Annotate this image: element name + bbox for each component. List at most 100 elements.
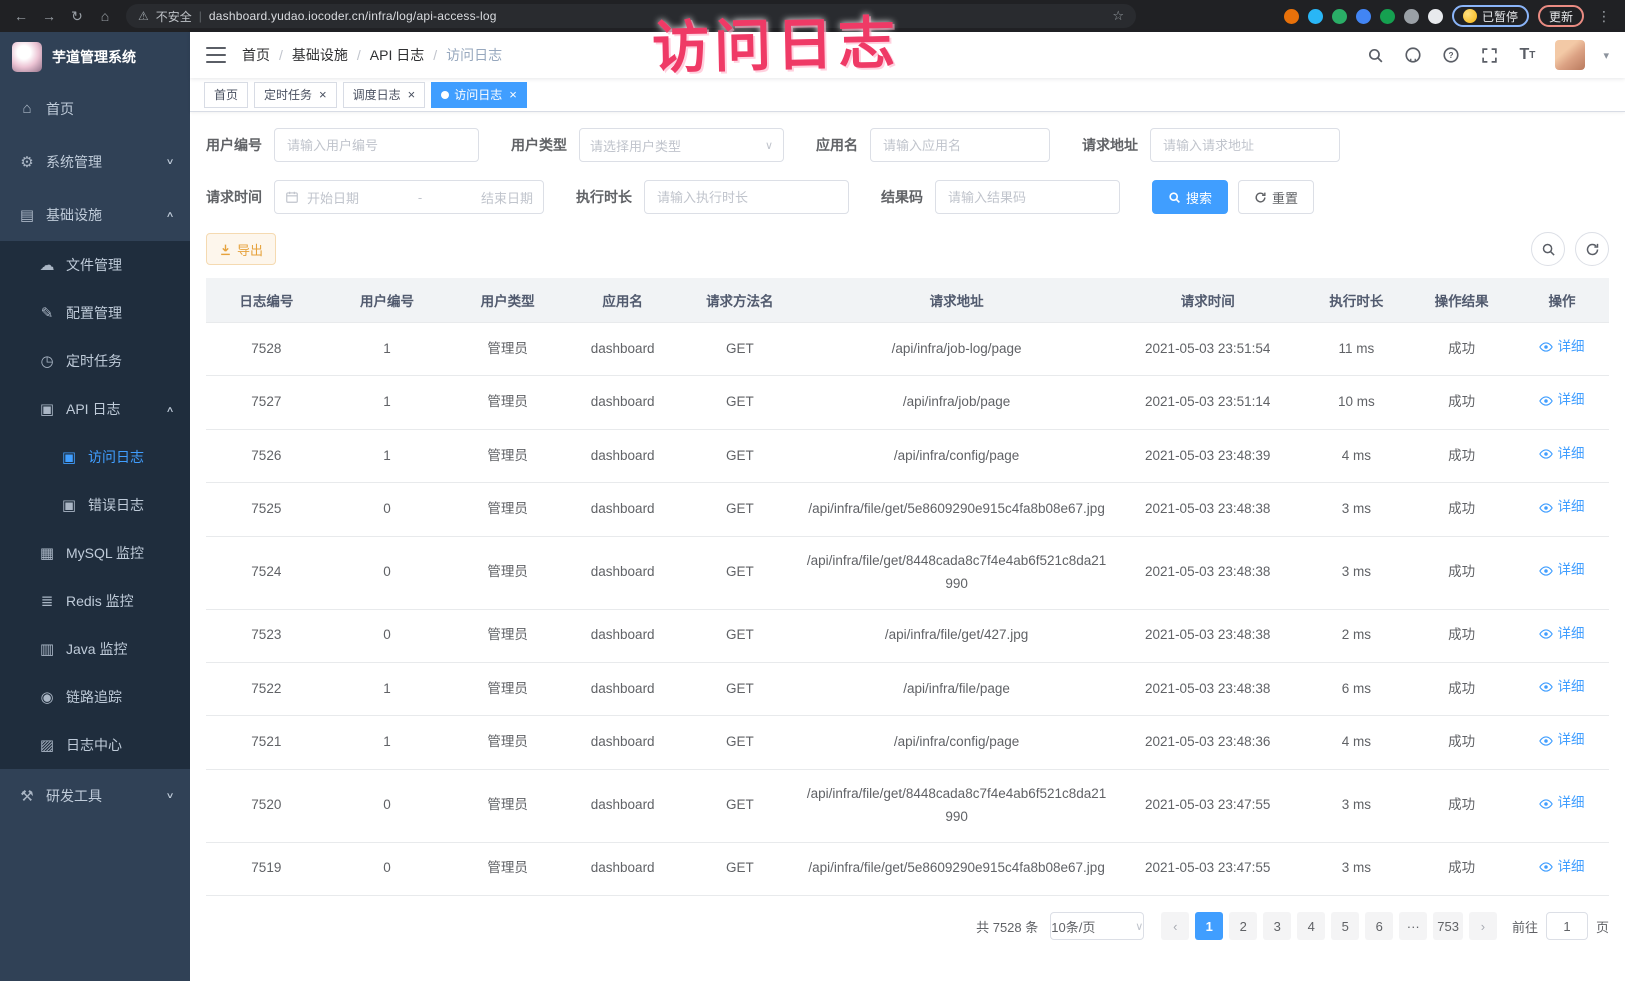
user-type-select[interactable]: 请选择用户类型 ∨ bbox=[579, 128, 784, 162]
page-button[interactable]: 2 bbox=[1229, 912, 1257, 940]
cell-app-name: dashboard bbox=[568, 609, 677, 662]
view-tab[interactable]: 调度日志× bbox=[343, 82, 426, 108]
tab-close-icon[interactable]: × bbox=[319, 88, 327, 101]
java-icon: ▥ bbox=[36, 640, 58, 658]
extension-7-icon[interactable] bbox=[1428, 9, 1443, 24]
detail-link[interactable]: 详细 bbox=[1539, 729, 1584, 752]
sidebar-item[interactable]: ≣Redis 监控 bbox=[0, 577, 190, 625]
goto-page-input[interactable] bbox=[1546, 912, 1588, 940]
cell-result: 成功 bbox=[1408, 323, 1515, 376]
extension-1-icon[interactable] bbox=[1284, 9, 1299, 24]
sidebar-item[interactable]: ▨日志中心 bbox=[0, 721, 190, 769]
chevron-up-icon: ∧ bbox=[166, 404, 175, 414]
sidebar-item[interactable]: ⌂首页 bbox=[0, 82, 190, 135]
page-button[interactable]: 3 bbox=[1263, 912, 1291, 940]
sidebar-item[interactable]: ▤基础设施∧ bbox=[0, 188, 190, 241]
duration-input[interactable] bbox=[644, 180, 849, 214]
detail-link[interactable]: 详细 bbox=[1539, 623, 1584, 646]
extension-6-icon[interactable] bbox=[1404, 9, 1419, 24]
toggle-search-button[interactable] bbox=[1531, 232, 1565, 266]
result-code-input[interactable] bbox=[935, 180, 1120, 214]
browser-refresh-icon[interactable]: ↻ bbox=[66, 8, 88, 25]
calendar-icon bbox=[285, 190, 299, 204]
breadcrumb-item[interactable]: API 日志 bbox=[370, 45, 424, 65]
browser-home-icon[interactable]: ⌂ bbox=[94, 8, 116, 24]
page-button[interactable]: 1 bbox=[1195, 912, 1223, 940]
page-button[interactable]: 6 bbox=[1365, 912, 1393, 940]
eye-icon bbox=[1539, 340, 1553, 354]
export-button[interactable]: 导出 bbox=[206, 233, 276, 265]
detail-link[interactable]: 详细 bbox=[1539, 336, 1584, 359]
sidebar-item[interactable]: ▣API 日志∧ bbox=[0, 385, 190, 433]
profile-paused-badge[interactable]: 已暂停 bbox=[1452, 5, 1529, 27]
security-warning-icon: ⚠ bbox=[138, 9, 149, 23]
security-label: 不安全 bbox=[156, 8, 192, 25]
page-button[interactable]: 5 bbox=[1331, 912, 1359, 940]
sidebar-item-label: 定时任务 bbox=[66, 351, 122, 371]
detail-link[interactable]: 详细 bbox=[1539, 496, 1584, 519]
sidebar-item[interactable]: ☁文件管理 bbox=[0, 241, 190, 289]
bookmark-star-icon[interactable]: ☆ bbox=[1112, 8, 1124, 24]
browser-update-button[interactable]: 更新 bbox=[1538, 5, 1584, 27]
sidebar-item[interactable]: ▣访问日志 bbox=[0, 433, 190, 481]
detail-link[interactable]: 详细 bbox=[1539, 559, 1584, 582]
browser-menu-icon[interactable]: ⋮ bbox=[1593, 8, 1615, 25]
view-tab[interactable]: 首页 bbox=[204, 82, 248, 108]
sidebar-toggle-icon[interactable] bbox=[206, 47, 226, 63]
sidebar-item[interactable]: ⚙系统管理∨ bbox=[0, 135, 190, 188]
refresh-table-button[interactable] bbox=[1575, 232, 1609, 266]
search-icon[interactable] bbox=[1365, 45, 1385, 65]
sidebar-item-label: 错误日志 bbox=[88, 495, 144, 515]
app-logo-row[interactable]: 芋道管理系统 bbox=[0, 32, 190, 82]
table-row: 75221管理员dashboardGET/api/infra/file/page… bbox=[206, 662, 1609, 715]
search-button[interactable]: 搜索 bbox=[1152, 180, 1228, 214]
help-icon[interactable]: ? bbox=[1441, 45, 1461, 65]
font-size-icon[interactable]: TT bbox=[1517, 45, 1537, 65]
tab-close-icon[interactable]: × bbox=[509, 88, 517, 101]
sidebar-item[interactable]: ▦MySQL 监控 bbox=[0, 529, 190, 577]
browser-forward-icon[interactable]: → bbox=[38, 8, 60, 24]
breadcrumb-item[interactable]: 基础设施 bbox=[292, 45, 348, 65]
cell-actions: 详细 bbox=[1515, 716, 1609, 769]
sidebar-item[interactable]: ▣错误日志 bbox=[0, 481, 190, 529]
sidebar-item[interactable]: ⚒研发工具∨ bbox=[0, 769, 190, 822]
extension-2-icon[interactable] bbox=[1308, 9, 1323, 24]
github-icon[interactable] bbox=[1403, 45, 1423, 65]
sidebar-item[interactable]: ◉链路追踪 bbox=[0, 673, 190, 721]
request-url-input[interactable] bbox=[1150, 128, 1340, 162]
detail-link[interactable]: 详细 bbox=[1539, 676, 1584, 699]
prev-page-button[interactable]: ‹ bbox=[1161, 912, 1189, 940]
address-bar[interactable]: ⚠ 不安全 | dashboard.yudao.iocoder.cn/infra… bbox=[126, 4, 1136, 28]
user-avatar[interactable] bbox=[1555, 40, 1585, 70]
page-button[interactable]: 4 bbox=[1297, 912, 1325, 940]
reset-button[interactable]: 重置 bbox=[1238, 180, 1314, 214]
view-tab[interactable]: 定时任务× bbox=[254, 82, 337, 108]
sidebar-item[interactable]: ▥Java 监控 bbox=[0, 625, 190, 673]
detail-link[interactable]: 详细 bbox=[1539, 443, 1584, 466]
extension-5-icon[interactable] bbox=[1380, 9, 1395, 24]
detail-link[interactable]: 详细 bbox=[1539, 792, 1584, 815]
user-menu-caret-icon[interactable]: ▾ bbox=[1603, 49, 1609, 62]
view-tab[interactable]: 访问日志× bbox=[431, 82, 527, 108]
cell-app-name: dashboard bbox=[568, 842, 677, 895]
sidebar-item[interactable]: ◷定时任务 bbox=[0, 337, 190, 385]
page-size-select[interactable]: 10条/页 ∨ bbox=[1050, 912, 1144, 940]
breadcrumb-item[interactable]: 首页 bbox=[242, 45, 270, 65]
detail-link[interactable]: 详细 bbox=[1539, 389, 1584, 412]
eye-icon bbox=[1539, 680, 1553, 694]
browser-back-icon[interactable]: ← bbox=[10, 8, 32, 24]
page-button[interactable]: 753 bbox=[1433, 912, 1463, 940]
user-id-input[interactable] bbox=[274, 128, 479, 162]
detail-link[interactable]: 详细 bbox=[1539, 856, 1584, 879]
request-time-range-picker[interactable]: 开始日期 - 结束日期 bbox=[274, 180, 544, 214]
extension-4-icon[interactable] bbox=[1356, 9, 1371, 24]
tab-close-icon[interactable]: × bbox=[408, 88, 416, 101]
sidebar-item[interactable]: ✎配置管理 bbox=[0, 289, 190, 337]
app-name-input[interactable] bbox=[870, 128, 1050, 162]
app-title: 芋道管理系统 bbox=[52, 47, 136, 67]
page-ellipsis[interactable]: ··· bbox=[1399, 912, 1427, 940]
fullscreen-icon[interactable] bbox=[1479, 45, 1499, 65]
next-page-button[interactable]: › bbox=[1469, 912, 1497, 940]
cloud-upload-icon: ☁ bbox=[36, 256, 58, 274]
extension-3-icon[interactable] bbox=[1332, 9, 1347, 24]
